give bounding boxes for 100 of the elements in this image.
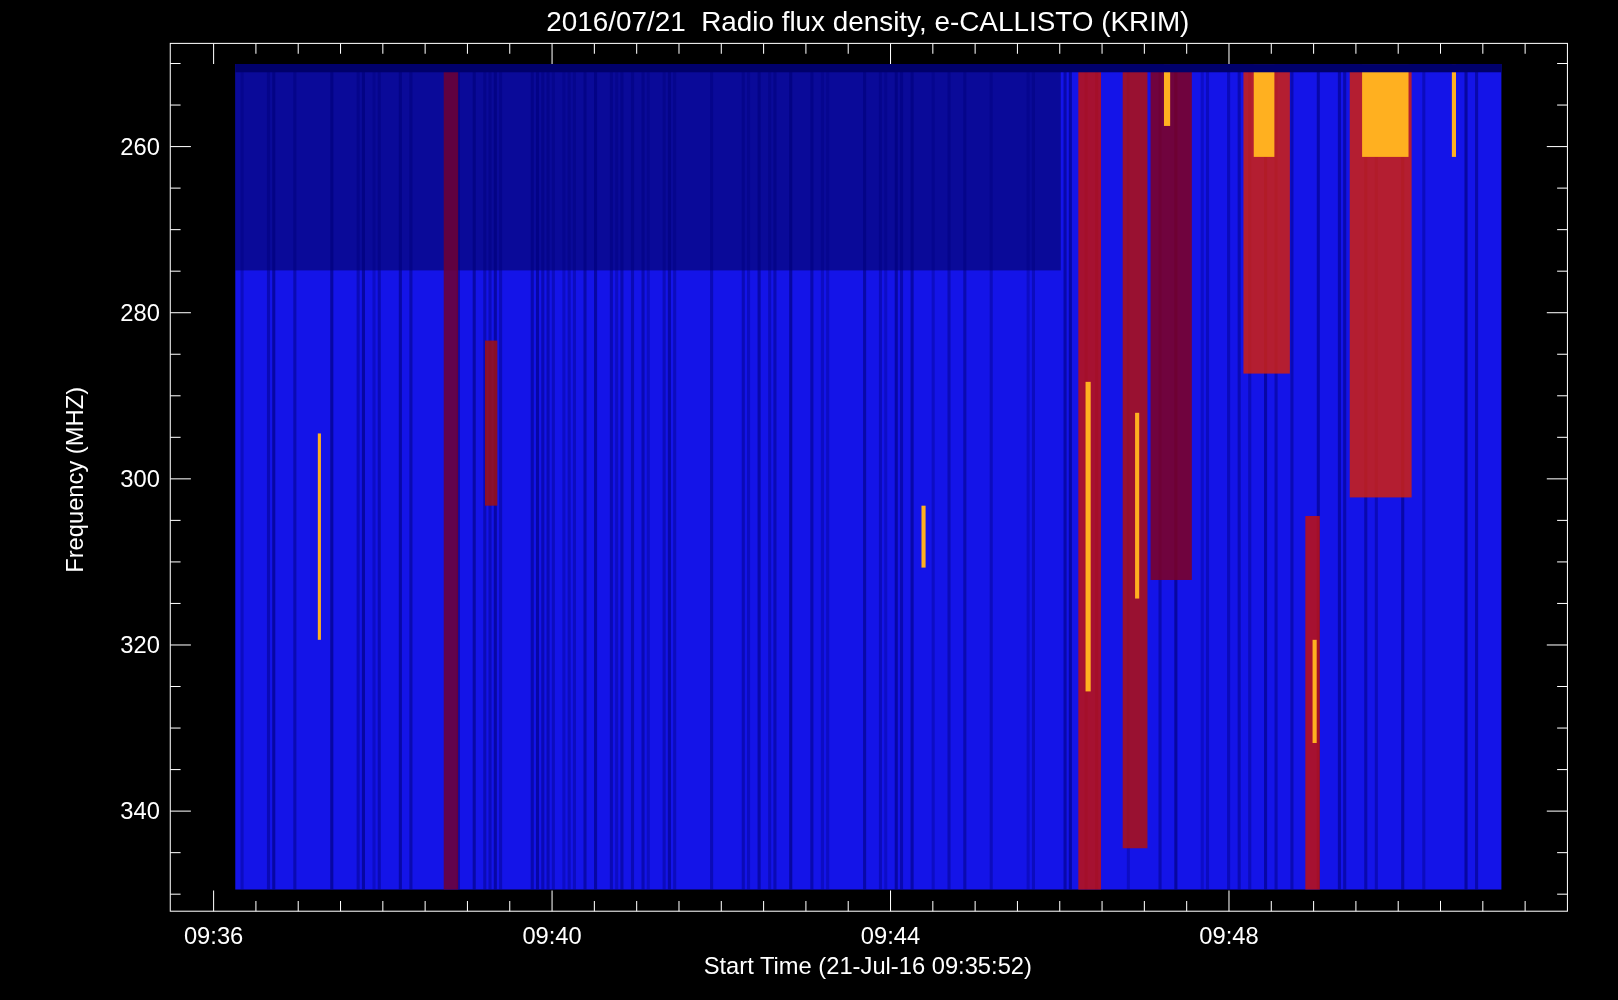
axis-tick — [466, 42, 468, 55]
axis-tick — [297, 900, 299, 912]
axis-tick — [1556, 893, 1568, 895]
axis-tick — [169, 353, 182, 355]
axis-tick — [1440, 900, 1442, 912]
axis-tick — [213, 42, 215, 65]
axis-tick — [1556, 519, 1568, 521]
axis-tick — [169, 187, 182, 189]
axis-tick — [340, 900, 342, 912]
axis-tick — [1186, 900, 1188, 912]
axis-tick — [1143, 900, 1145, 912]
axis-tick — [169, 686, 182, 688]
axis-tick — [255, 900, 257, 912]
axis-tick — [636, 42, 638, 55]
axis-tick — [1546, 146, 1568, 148]
axis-tick — [1556, 104, 1568, 106]
axis-tick — [1059, 42, 1061, 55]
axis-tick — [551, 42, 553, 65]
axis-tick — [1016, 42, 1018, 55]
axis-tick — [1101, 900, 1103, 912]
axis-tick — [169, 63, 182, 65]
axis-tick — [1556, 852, 1568, 854]
axis-tick — [847, 900, 849, 912]
axis-tick — [890, 890, 892, 912]
axis-tick — [1313, 900, 1315, 912]
axis-tick — [1186, 42, 1188, 55]
axis-tick — [509, 900, 511, 912]
axis-tick — [720, 42, 722, 55]
axis-tick — [890, 42, 892, 65]
axis-tick — [1143, 42, 1145, 55]
x-tick-label: 09:48 — [1199, 923, 1259, 950]
axis-tick — [932, 42, 934, 55]
axis-tick — [1524, 42, 1526, 55]
axis-tick — [255, 42, 257, 55]
axis-tick — [1546, 644, 1568, 646]
axis-tick — [169, 270, 182, 272]
axis-tick — [763, 900, 765, 912]
axis-tick — [1556, 561, 1568, 563]
axis-tick — [847, 42, 849, 55]
axis-tick — [1270, 900, 1272, 912]
axis-tick — [169, 893, 182, 895]
axis-tick — [169, 727, 182, 729]
axis-tick — [169, 602, 182, 604]
axis-tick — [169, 478, 192, 480]
axis-tick — [593, 42, 595, 55]
x-axis-label: Start Time (21-Jul-16 09:35:52) — [703, 953, 1032, 980]
axis-tick — [424, 900, 426, 912]
axis-tick — [169, 436, 182, 438]
axis-tick — [1546, 478, 1568, 480]
chart-title: 2016/07/21 Radio flux density, e-CALLISTO (KRIM) — [546, 6, 1190, 37]
axis-tick — [169, 769, 182, 771]
axis-tick — [1556, 602, 1568, 604]
axis-tick — [1059, 900, 1061, 912]
axis-tick — [551, 890, 553, 912]
axis-tick — [382, 900, 384, 912]
axis-tick — [1313, 42, 1315, 55]
axis-tick — [169, 852, 182, 854]
axis-tick — [1440, 42, 1442, 55]
axis-tick — [1397, 42, 1399, 55]
axis-tick — [466, 900, 468, 912]
axis-tick — [169, 229, 182, 231]
axis-tick — [1556, 686, 1568, 688]
axis-tick — [932, 900, 934, 912]
axis-tick — [1524, 900, 1526, 912]
axis-tick — [213, 890, 215, 912]
axis-tick — [1016, 900, 1018, 912]
y-tick-label: 260 — [120, 133, 160, 160]
x-tick-label: 09:36 — [183, 923, 244, 950]
axis-tick — [1546, 312, 1568, 314]
axis-tick — [1556, 436, 1568, 438]
axis-tick — [169, 810, 192, 812]
axis-tick — [678, 42, 680, 55]
axis-tick — [424, 42, 426, 55]
axis-tick — [1482, 42, 1484, 55]
axis-tick — [297, 42, 299, 55]
axis-tick — [1101, 42, 1103, 55]
axis-tick — [1397, 900, 1399, 912]
y-tick-label: 340 — [120, 798, 160, 825]
y-tick-label: 320 — [120, 632, 160, 659]
axis-tick — [1556, 395, 1568, 397]
axis-tick — [1546, 810, 1568, 812]
axis-tick — [509, 42, 511, 55]
axis-tick — [382, 42, 384, 55]
axis-tick — [1556, 769, 1568, 771]
axis-tick — [1556, 229, 1568, 231]
axis-tick — [169, 104, 182, 106]
axis-tick — [1355, 900, 1357, 912]
axis-tick — [1556, 353, 1568, 355]
axis-tick — [1556, 187, 1568, 189]
y-axis-label: Frequency (MHZ) — [61, 386, 88, 573]
axis-tick — [974, 42, 976, 55]
axis-tick — [805, 900, 807, 912]
y-tick-label: 280 — [120, 299, 160, 326]
axis-tick — [720, 900, 722, 912]
axis-tick — [636, 900, 638, 912]
axis-tick — [1355, 42, 1357, 55]
axis-tick — [1556, 63, 1568, 65]
axis-tick — [169, 561, 182, 563]
axis-tick — [169, 312, 192, 314]
axis-tick — [169, 146, 192, 148]
